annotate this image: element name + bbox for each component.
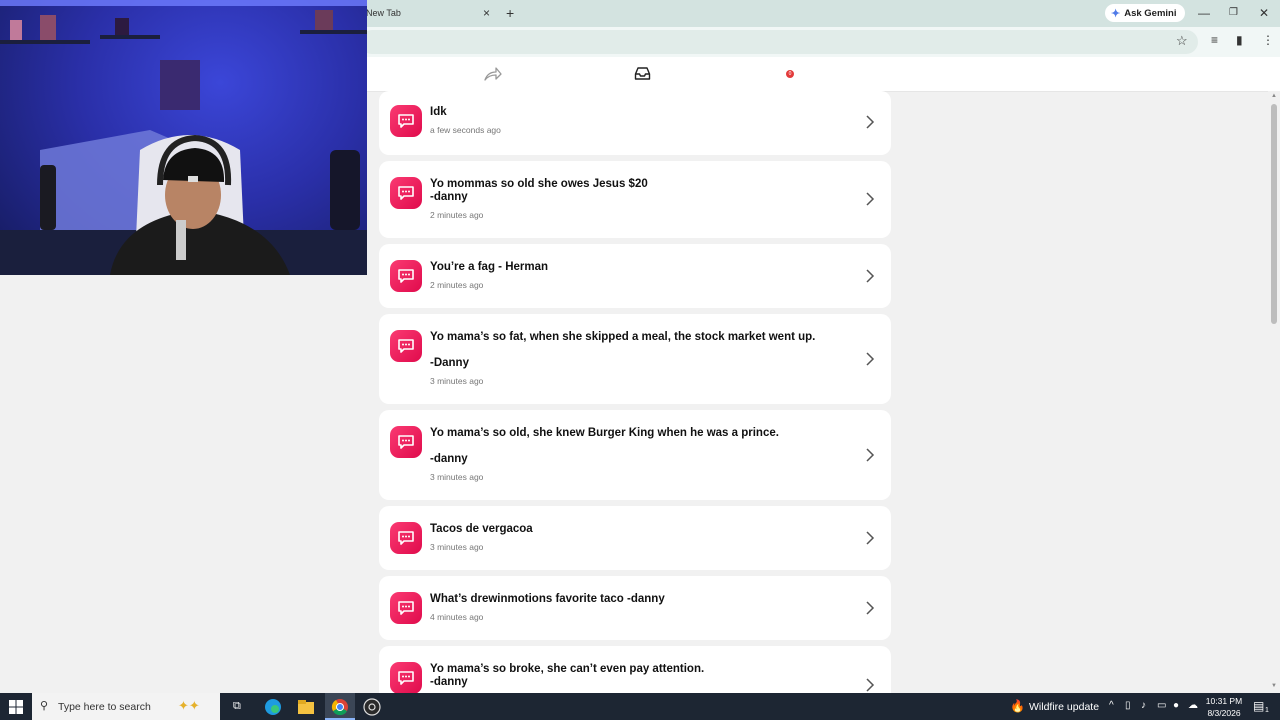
message-content: Idk a few seconds ago	[430, 106, 851, 135]
message-timestamp: 2 minutes ago	[430, 280, 484, 290]
inbox-icon[interactable]	[634, 66, 651, 81]
scroll-down-arrow-icon[interactable]: ▼	[1271, 683, 1277, 689]
taskbar: ⚲ Type here to search ✦✦ ⧉ 🔥 Wildfire up…	[0, 693, 1280, 720]
ask-gemini-label: Ask Gemini	[1124, 7, 1177, 19]
message-content: What’s drewinmotions favorite taco -dann…	[430, 593, 851, 622]
notification-center-count: 1	[1265, 707, 1269, 714]
chevron-right-icon[interactable]	[865, 269, 875, 283]
chevron-right-icon[interactable]	[865, 192, 875, 206]
task-view-icon[interactable]: ⧉	[233, 700, 241, 713]
search-placeholder: Type here to search	[58, 701, 151, 713]
media-control-icon[interactable]: ≡	[1211, 33, 1218, 47]
message-text: Yo mama’s so broke, she can’t even pay a…	[430, 663, 705, 688]
chevron-right-icon[interactable]	[865, 352, 875, 366]
chrome-icon	[331, 699, 348, 716]
search-highlight-icon: ✦✦	[178, 698, 200, 713]
message-timestamp: 3 minutes ago	[430, 472, 484, 482]
tab-new-tab[interactable]: New Tab	[366, 8, 401, 18]
message-content: Yo mama’s so old, she knew Burger King w…	[430, 427, 851, 482]
chevron-right-icon[interactable]	[865, 448, 875, 462]
message-timestamp: 3 minutes ago	[430, 376, 484, 386]
message-text: Yo mama’s so fat, when she skipped a mea…	[430, 331, 816, 369]
message-content: Tacos de vergacoa 3 minutes ago	[430, 523, 851, 552]
close-window-button[interactable]: ✕	[1259, 5, 1269, 21]
share-icon[interactable]	[484, 66, 502, 82]
message-card[interactable]: Yo mommas so old she owes Jesus $20 -dan…	[379, 161, 891, 238]
scroll-up-arrow-icon[interactable]: ▲	[1271, 93, 1277, 99]
taskbar-search-box[interactable]: ⚲ Type here to search ✦✦	[32, 693, 220, 720]
edge-browser-icon[interactable]	[263, 697, 283, 717]
chevron-right-icon[interactable]	[865, 601, 875, 615]
notification-badge[interactable]: 0	[786, 70, 794, 78]
minimize-button[interactable]: —	[1198, 5, 1210, 21]
windows-start-icon[interactable]	[8, 699, 24, 715]
message-card[interactable]: Tacos de vergacoa 3 minutes ago	[379, 506, 891, 570]
message-text: Yo mommas so old she owes Jesus $20 -dan…	[430, 178, 648, 203]
message-timestamp: 4 minutes ago	[430, 612, 484, 622]
message-text: Tacos de vergacoa	[430, 523, 533, 535]
search-icon: ⚲	[40, 700, 49, 712]
scrollbar[interactable]: ▲ ▼	[1268, 91, 1280, 693]
obs-icon[interactable]	[362, 697, 382, 717]
message-card[interactable]: Yo mama’s so old, she knew Burger King w…	[379, 410, 891, 500]
message-card[interactable]: Yo mama’s so broke, she can’t even pay a…	[379, 646, 891, 693]
onedrive-icon[interactable]: ☁	[1188, 700, 1198, 711]
message-bubble-icon	[390, 260, 422, 292]
message-bubble-icon	[390, 426, 422, 458]
restore-button[interactable]: ❐	[1229, 5, 1238, 21]
microphone-icon[interactable]: ●	[1173, 700, 1179, 711]
message-bubble-icon	[390, 177, 422, 209]
ask-gemini-button[interactable]: ✦ Ask Gemini	[1105, 4, 1185, 22]
message-text: Idk	[430, 106, 447, 118]
wildfire-update-label[interactable]: Wildfire update	[1029, 701, 1099, 713]
tray-app-icon[interactable]: ▯	[1125, 700, 1131, 711]
message-bubble-icon	[390, 330, 422, 362]
bookmark-star-icon[interactable]: ☆	[1176, 33, 1188, 49]
message-card[interactable]: What’s drewinmotions favorite taco -dann…	[379, 576, 891, 640]
message-timestamp: 3 minutes ago	[430, 542, 484, 552]
message-card[interactable]: Idk a few seconds ago	[379, 91, 891, 155]
message-timestamp: a few seconds ago	[430, 125, 501, 135]
message-text: You’re a fag - Herman	[430, 261, 549, 273]
message-card[interactable]: Yo mama’s so fat, when she skipped a mea…	[379, 314, 891, 404]
notification-center-icon[interactable]: ▤	[1253, 699, 1264, 713]
message-content: Yo mama’s so broke, she can’t even pay a…	[430, 663, 851, 693]
file-explorer-icon[interactable]	[296, 697, 316, 717]
webcam-overlay	[0, 0, 367, 275]
extension-icon[interactable]: ▮	[1236, 33, 1243, 47]
wildfire-icon: 🔥	[1010, 699, 1025, 713]
message-list: Idk a few seconds ago Yo mommas so old she…	[379, 91, 891, 693]
message-text: What’s drewinmotions favorite taco -dann…	[430, 593, 665, 605]
chevron-right-icon[interactable]	[865, 531, 875, 545]
tab-close-icon[interactable]: ×	[483, 6, 490, 20]
message-bubble-icon	[390, 522, 422, 554]
message-bubble-icon	[390, 105, 422, 137]
message-content: You’re a fag - Herman 2 minutes ago	[430, 261, 851, 290]
message-card[interactable]: You’re a fag - Herman 2 minutes ago	[379, 244, 891, 308]
address-bar[interactable]	[360, 30, 1198, 54]
message-content: Yo mommas so old she owes Jesus $20 -dan…	[430, 178, 851, 220]
chrome-taskbar-button[interactable]	[325, 693, 355, 720]
webcam-image	[0, 0, 367, 275]
menu-icon[interactable]: ⋮	[1262, 33, 1274, 47]
message-timestamp: 2 minutes ago	[430, 210, 484, 220]
message-bubble-icon	[390, 662, 422, 693]
clock-date: 8/3/2026	[1207, 708, 1241, 718]
gemini-sparkle-icon: ✦	[1111, 7, 1121, 20]
tray-chevron-icon[interactable]: ^	[1109, 700, 1114, 711]
chevron-right-icon[interactable]	[865, 678, 875, 692]
clock-time: 10:31 PM	[1205, 696, 1243, 706]
chevron-right-icon[interactable]	[865, 115, 875, 129]
volume-icon[interactable]: ♪	[1141, 700, 1146, 711]
message-text: Yo mama’s so old, she knew Burger King w…	[430, 427, 779, 465]
new-tab-button[interactable]: +	[506, 5, 514, 21]
network-icon[interactable]: ▭	[1157, 700, 1166, 711]
message-content: Yo mama’s so fat, when she skipped a mea…	[430, 331, 851, 386]
scrollbar-thumb[interactable]	[1271, 104, 1277, 324]
taskbar-clock[interactable]: 10:31 PM 8/3/2026	[1200, 695, 1248, 719]
message-bubble-icon	[390, 592, 422, 624]
